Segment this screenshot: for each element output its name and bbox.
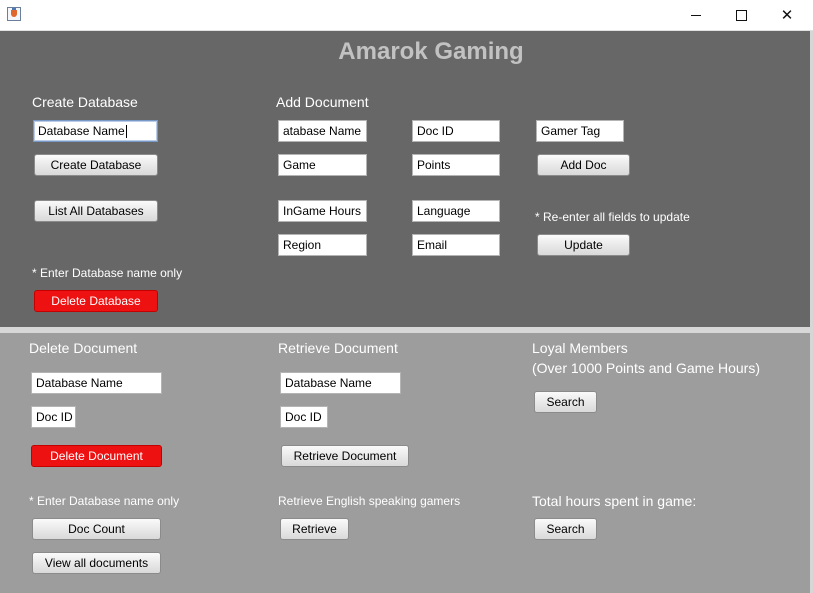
retrieve-document-button[interactable]: Retrieve Document <box>281 445 409 467</box>
close-icon: ✕ <box>780 5 794 24</box>
update-button[interactable]: Update <box>537 234 630 256</box>
delete-document-heading: Delete Document <box>29 340 138 356</box>
loyal-members-heading: Loyal Members <box>532 340 628 356</box>
delete-doc-id-input[interactable]: Doc ID <box>31 406 76 428</box>
add-ingame-hours-input[interactable]: InGame Hours <box>278 200 367 222</box>
close-button[interactable]: ✕ <box>764 0 810 30</box>
add-doc-id-input[interactable]: Doc ID <box>412 120 500 142</box>
loyal-members-search-button[interactable]: Search <box>534 391 597 413</box>
create-database-name-input[interactable]: Database Name <box>33 120 158 142</box>
minimize-icon <box>691 14 701 16</box>
total-hours-search-button[interactable]: Search <box>534 518 597 540</box>
text-caret <box>125 125 127 139</box>
retrieve-document-heading: Retrieve Document <box>278 340 398 356</box>
add-database-name-input[interactable]: atabase Name <box>278 120 367 142</box>
add-language-input[interactable]: Language <box>412 200 500 222</box>
delete-database-button[interactable]: Delete Database <box>34 290 158 312</box>
view-all-documents-button[interactable]: View all documents <box>32 552 161 574</box>
java-app-icon <box>7 7 21 21</box>
update-note: * Re-enter all fields to update <box>535 210 690 224</box>
add-doc-button[interactable]: Add Doc <box>537 154 630 176</box>
add-points-input[interactable]: Points <box>412 154 500 176</box>
delete-database-name-input[interactable]: Database Name <box>31 372 162 394</box>
add-region-input[interactable]: Region <box>278 234 367 256</box>
maximize-icon <box>735 9 747 21</box>
loyal-members-subheading: (Over 1000 Points and Game Hours) <box>532 360 760 376</box>
create-database-button[interactable]: Create Database <box>34 154 158 176</box>
page-title: Amarok Gaming <box>338 38 524 65</box>
create-database-name-value: Database Name <box>38 124 125 138</box>
create-database-note: * Enter Database name only <box>32 266 183 280</box>
minimize-button[interactable] <box>673 0 719 30</box>
delete-document-button[interactable]: Delete Document <box>31 445 162 467</box>
add-email-input[interactable]: Email <box>412 234 500 256</box>
top-panel <box>0 31 810 327</box>
retrieve-doc-id-input[interactable]: Doc ID <box>280 406 328 428</box>
retrieve-english-label: Retrieve English speaking gamers <box>278 494 461 508</box>
create-database-heading: Create Database <box>32 94 138 110</box>
retrieve-english-button[interactable]: Retrieve <box>280 518 349 540</box>
doc-count-button[interactable]: Doc Count <box>32 518 161 540</box>
list-all-databases-button[interactable]: List All Databases <box>34 200 158 222</box>
add-document-heading: Add Document <box>276 94 369 110</box>
retrieve-database-name-input[interactable]: Database Name <box>280 372 401 394</box>
total-hours-label: Total hours spent in game: <box>532 493 697 509</box>
delete-document-note: * Enter Database name only <box>29 494 180 508</box>
add-gamer-tag-input[interactable]: Gamer Tag <box>536 120 624 142</box>
maximize-button[interactable] <box>718 0 764 30</box>
add-game-input[interactable]: Game <box>278 154 367 176</box>
